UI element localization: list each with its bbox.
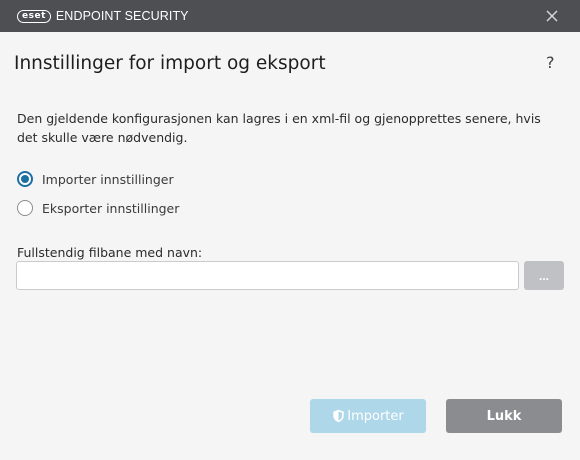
title-bar: eset ENDPOINT SECURITY (0, 0, 580, 32)
eset-logo: eset (17, 9, 51, 23)
browse-button[interactable]: ... (524, 261, 564, 290)
brand: eset ENDPOINT SECURITY (17, 9, 189, 23)
dialog-title: Innstillinger for import og eksport (14, 53, 326, 74)
shield-icon (333, 409, 344, 423)
radio-button-unchecked[interactable] (17, 200, 33, 216)
close-icon[interactable] (544, 8, 560, 24)
import-button-label: Importer (347, 408, 404, 424)
radio-import-label: Importer innstillinger (42, 171, 174, 187)
product-name: ENDPOINT SECURITY (55, 9, 189, 23)
radio-button-checked[interactable] (17, 171, 33, 187)
path-field-label: Fullstendig filbane med navn: (17, 245, 203, 260)
radio-export-label: Eksporter innstillinger (42, 200, 180, 216)
help-icon[interactable]: ? (546, 53, 555, 72)
radio-import-settings[interactable]: Importer innstillinger (17, 171, 174, 187)
file-path-input[interactable] (16, 261, 519, 290)
import-button[interactable]: Importer (310, 399, 426, 433)
radio-export-settings[interactable]: Eksporter innstillinger (17, 200, 179, 216)
description-text: Den gjeldende konfigurasjonen kan lagres… (17, 111, 541, 145)
close-button[interactable]: Lukk (446, 399, 562, 433)
